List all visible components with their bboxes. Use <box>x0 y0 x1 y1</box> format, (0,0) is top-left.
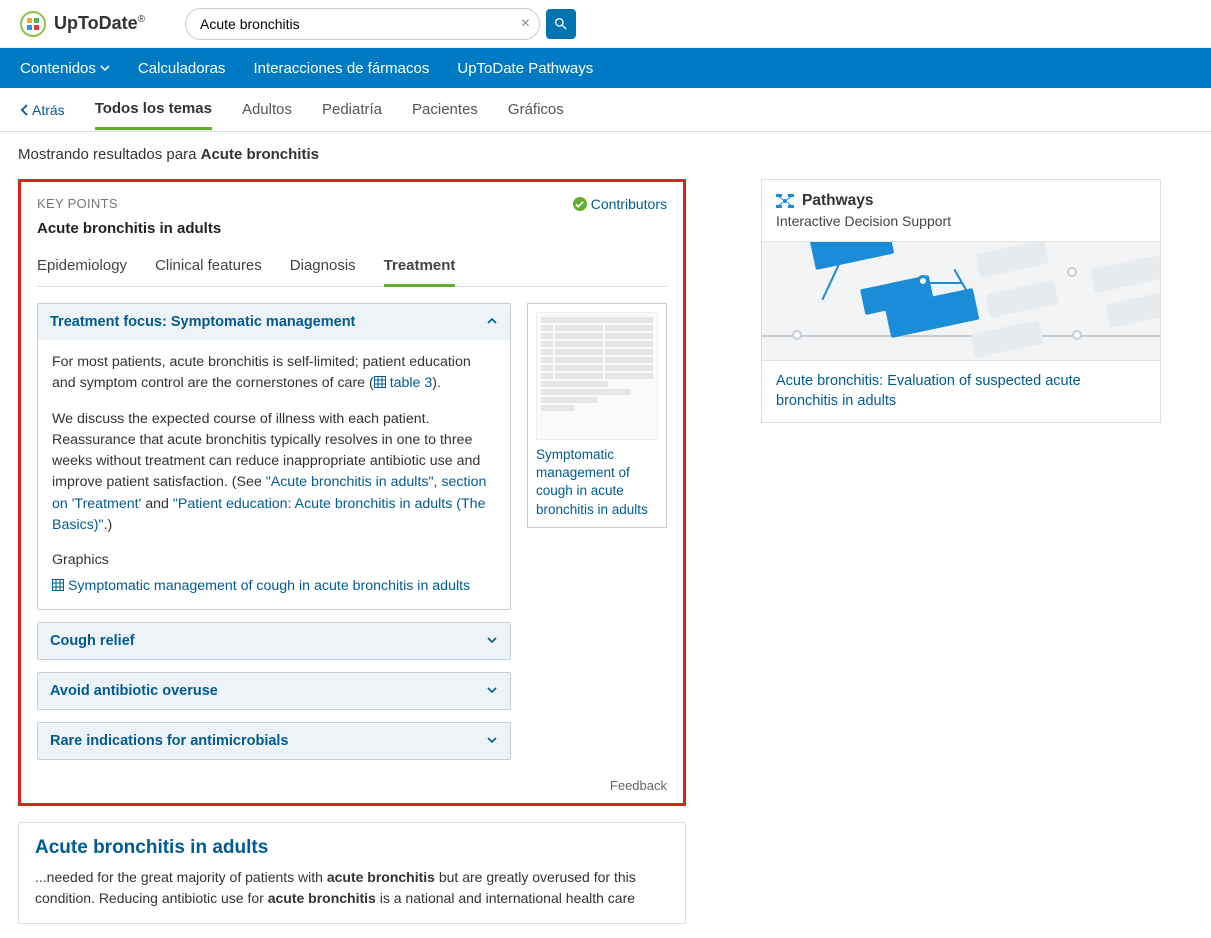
accordion-treatment-focus: Treatment focus: Symptomatic management … <box>37 303 511 610</box>
logo-icon <box>20 11 46 37</box>
table-icon <box>374 376 386 388</box>
graphics-label: Graphics <box>52 550 496 571</box>
chevron-down-icon <box>486 733 498 749</box>
pathways-card: Pathways Interactive Decision Support <box>761 179 1161 423</box>
graphics-link[interactable]: Symptomatic management of cough in acute… <box>68 578 470 594</box>
result-title-link[interactable]: Acute bronchitis in adults <box>35 837 669 859</box>
tab-diagnosis[interactable]: Diagnosis <box>290 251 356 286</box>
search-box: × <box>185 8 540 40</box>
back-link[interactable]: Atrás <box>20 102 65 118</box>
chevron-down-icon <box>100 63 110 73</box>
accordion-antibiotic-overuse: Avoid antibiotic overuse <box>37 672 511 710</box>
clear-icon[interactable]: × <box>521 15 530 33</box>
chevron-down-icon <box>486 633 498 649</box>
thumbnail-label[interactable]: Symptomatic management of cough in acute… <box>536 446 658 519</box>
main-nav: Contenidos Calculadoras Interacciones de… <box>0 48 1211 88</box>
accordion-header-antibiotic-overuse[interactable]: Avoid antibiotic overuse <box>38 673 510 709</box>
contributors-link[interactable]: Contributors <box>573 196 667 212</box>
nav-calculators[interactable]: Calculadoras <box>138 60 226 77</box>
nav-pathways[interactable]: UpToDate Pathways <box>457 60 593 77</box>
thumbnail-card[interactable]: Symptomatic management of cough in acute… <box>527 303 667 528</box>
pathways-link[interactable]: Acute bronchitis: Evaluation of suspecte… <box>762 361 1160 422</box>
logo-text: UpToDate® <box>54 13 145 34</box>
content-area: Mostrando resultados para Acute bronchit… <box>0 132 1211 938</box>
accordion-cough-relief: Cough relief <box>37 622 511 660</box>
search-icon <box>553 16 569 32</box>
chevron-down-icon <box>486 683 498 699</box>
subnav-all-topics[interactable]: Todos los temas <box>95 90 212 130</box>
subnav-patients[interactable]: Pacientes <box>412 91 478 128</box>
chevron-left-icon <box>20 104 30 116</box>
key-points-topic: Acute bronchitis in adults <box>37 220 667 237</box>
table-icon <box>52 579 64 591</box>
accordion-antimicrobials: Rare indications for antimicrobials <box>37 722 511 760</box>
thumbnail-image <box>536 312 658 440</box>
tab-clinical-features[interactable]: Clinical features <box>155 251 262 286</box>
tab-treatment[interactable]: Treatment <box>384 251 456 287</box>
subnav-adults[interactable]: Adultos <box>242 91 292 128</box>
accordion-header-cough-relief[interactable]: Cough relief <box>38 623 510 659</box>
search-input[interactable] <box>185 8 540 40</box>
pathways-diagram <box>762 241 1160 361</box>
result-snippet: ...needed for the great majority of pati… <box>35 867 669 909</box>
subnav-pediatrics[interactable]: Pediatría <box>322 91 382 128</box>
chevron-up-icon <box>486 314 498 330</box>
search-button[interactable] <box>546 9 576 39</box>
subnav-graphics[interactable]: Gráficos <box>508 91 564 128</box>
key-points-label: KEY POINTS <box>37 196 118 211</box>
nav-contents[interactable]: Contenidos <box>20 60 110 77</box>
tab-epidemiology[interactable]: Epidemiology <box>37 251 127 286</box>
pathways-subtitle: Interactive Decision Support <box>776 213 1146 229</box>
feedback-link[interactable]: Feedback <box>37 778 667 793</box>
pathways-icon <box>776 194 794 208</box>
top-bar: UpToDate® × <box>0 0 1211 48</box>
accordion-body-treatment-focus: For most patients, acute bronchitis is s… <box>38 340 510 609</box>
key-points-tabs: Epidemiology Clinical features Diagnosis… <box>37 251 667 287</box>
results-for: Mostrando resultados para Acute bronchit… <box>18 146 1193 163</box>
accordion-header-treatment-focus[interactable]: Treatment focus: Symptomatic management <box>38 304 510 340</box>
pathways-title: Pathways <box>802 192 874 210</box>
sub-nav: Atrás Todos los temas Adultos Pediatría … <box>0 88 1211 132</box>
logo[interactable]: UpToDate® <box>20 11 145 37</box>
table-3-link[interactable]: table 3 <box>390 375 433 391</box>
search-wrap: × <box>185 8 576 40</box>
nav-drug-interactions[interactable]: Interacciones de fármacos <box>253 60 429 77</box>
accordion-header-antimicrobials[interactable]: Rare indications for antimicrobials <box>38 723 510 759</box>
check-icon <box>573 197 587 211</box>
result-card: Acute bronchitis in adults ...needed for… <box>18 822 686 924</box>
key-points-card: KEY POINTS Contributors Acute bronchitis… <box>18 179 686 806</box>
